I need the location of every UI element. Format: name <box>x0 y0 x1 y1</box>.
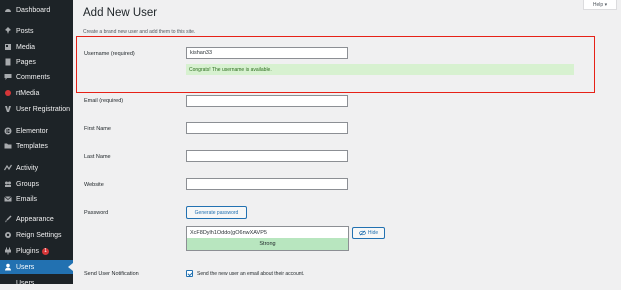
page-title: Add New User <box>83 7 158 19</box>
users-icon <box>4 263 12 271</box>
sidebar-item-label: Plugins <box>16 247 39 255</box>
password-label: Password <box>84 210 109 216</box>
email-label: Email (required) <box>84 98 124 104</box>
sidebar-item-plugins[interactable]: Plugins 1 <box>0 244 73 258</box>
sidebar-item-label: Elementor <box>16 127 48 135</box>
password-strength-indicator: Strong <box>186 238 349 251</box>
sidebar-item-groups[interactable]: Groups <box>0 177 73 191</box>
sidebar-item-label: Media <box>16 43 36 51</box>
hide-label: Hide <box>367 230 379 236</box>
email-field[interactable] <box>186 95 348 107</box>
website-field[interactable] <box>186 178 348 190</box>
plugins-update-badge: 1 <box>41 247 49 255</box>
sidebar-item-comments[interactable]: Comments <box>0 70 73 84</box>
page-icon <box>4 58 12 66</box>
sidebar-item-label: Posts <box>16 27 34 35</box>
sidebar-item-media[interactable]: Media <box>0 40 73 54</box>
hide-password-button[interactable]: Hide <box>352 227 385 239</box>
sidebar-item-elementor[interactable]: Elementor <box>0 124 73 138</box>
pin-icon <box>4 27 12 35</box>
sidebar-item-label: Dashboard <box>16 6 51 14</box>
notification-label: Send User Notification <box>84 271 139 277</box>
brush-icon <box>4 215 12 223</box>
website-label: Website <box>84 182 104 188</box>
dashboard-icon <box>4 6 12 14</box>
folder-icon <box>4 142 12 150</box>
sidebar-item-label: User Registration <box>16 105 71 113</box>
last-name-field[interactable] <box>186 150 348 162</box>
username-label: Username (required) <box>84 51 135 57</box>
admin-sidebar: Dashboard Posts Media Pages Comments rtM… <box>0 0 73 287</box>
username-available-notice: Congrats! The username is available. <box>186 64 574 75</box>
sidebar-item-appearance[interactable]: Appearance <box>0 212 73 226</box>
password-value: XcF8Dylh1Oddo(gO6nwXAVP5 <box>190 229 267 236</box>
last-name-label: Last Name <box>84 154 111 160</box>
sidebar-item-reign-settings[interactable]: Reign Settings <box>0 228 73 242</box>
sidebar-item-label: Groups <box>16 180 39 188</box>
sidebar-item-user-registration[interactable]: User Registration <box>0 102 73 116</box>
sidebar-item-templates[interactable]: Templates <box>0 139 73 153</box>
notice-text: Congrats! The username is available. <box>189 66 272 73</box>
activity-icon <box>4 164 12 172</box>
generate-password-button[interactable]: Generate password <box>186 206 247 219</box>
sidebar-item-label: Pages <box>16 58 36 66</box>
page-subtitle: Create a brand new user and add them to … <box>83 29 196 35</box>
comment-icon <box>4 73 12 81</box>
help-button[interactable]: Help ▾ <box>583 0 617 10</box>
first-name-label: First Name <box>84 126 111 132</box>
sidebar-item-users[interactable]: Users <box>0 260 73 274</box>
send-notification-text: Send the new user an email about their a… <box>197 271 305 277</box>
sidebar-item-label: Templates <box>16 142 48 150</box>
sidebar-item-pages[interactable]: Pages <box>0 55 73 69</box>
plugin-icon <box>4 247 12 255</box>
sidebar-item-dashboard[interactable]: Dashboard <box>0 3 73 17</box>
strength-text: Strong <box>259 241 276 247</box>
sidebar-item-label: Users <box>16 263 35 271</box>
main-content: Help ▾ Add New User Create a brand new u… <box>73 0 621 284</box>
email-icon <box>4 195 12 203</box>
media-icon <box>4 43 12 51</box>
first-name-field[interactable] <box>186 122 348 134</box>
sidebar-item-label: Users <box>16 279 35 287</box>
sidebar-item-emails[interactable]: Emails <box>0 192 73 206</box>
eye-slash-icon <box>358 230 366 236</box>
sidebar-item-label: Emails <box>16 195 38 203</box>
sidebar-item-label: Activity <box>16 164 39 172</box>
user-registration-icon <box>4 105 12 113</box>
users-icon <box>4 279 12 287</box>
username-value: kishan33 <box>190 50 213 56</box>
sidebar-item-rtmedia[interactable]: rtMedia <box>0 86 73 100</box>
sidebar-item-label: rtMedia <box>16 89 40 97</box>
sidebar-item-label: Comments <box>16 73 50 81</box>
sidebar-item-label: Appearance <box>16 215 54 223</box>
send-notification-checkbox[interactable] <box>186 270 193 277</box>
sidebar-item-posts[interactable]: Posts <box>0 24 73 38</box>
username-field[interactable]: kishan33 <box>186 47 348 59</box>
sidebar-subitem-users[interactable]: Users <box>0 276 73 290</box>
sidebar-item-activity[interactable]: Activity <box>0 161 73 175</box>
rtmedia-icon <box>4 89 12 97</box>
sidebar-item-label: Reign Settings <box>16 231 62 239</box>
elementor-icon <box>4 127 12 135</box>
groups-icon <box>4 180 12 188</box>
settings-icon <box>4 231 12 239</box>
